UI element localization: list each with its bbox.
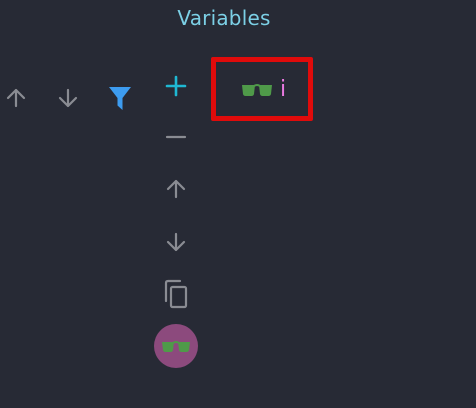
glasses-icon xyxy=(162,341,190,352)
minus-icon xyxy=(165,135,187,139)
arrow-up-icon xyxy=(166,179,186,199)
panel-title: Variables xyxy=(177,6,271,30)
glasses-icon xyxy=(242,84,272,96)
move-variable-down-button[interactable] xyxy=(161,227,191,257)
filter-icon xyxy=(109,87,131,110)
variable-item[interactable]: i xyxy=(241,74,286,106)
copy-variable-button[interactable] xyxy=(161,279,191,309)
move-variable-up-button[interactable] xyxy=(161,174,191,204)
avatar[interactable] xyxy=(154,324,198,368)
add-variable-button[interactable] xyxy=(161,71,191,101)
remove-variable-button[interactable] xyxy=(161,122,191,152)
variable-name: i xyxy=(280,77,287,102)
move-down-button[interactable] xyxy=(53,83,83,113)
arrow-down-icon xyxy=(166,232,186,252)
arrow-down-icon xyxy=(58,88,78,108)
arrow-up-icon xyxy=(6,88,26,108)
copy-icon xyxy=(164,279,188,309)
filter-button[interactable] xyxy=(105,83,135,113)
move-up-button[interactable] xyxy=(1,83,31,113)
plus-icon xyxy=(165,75,187,97)
